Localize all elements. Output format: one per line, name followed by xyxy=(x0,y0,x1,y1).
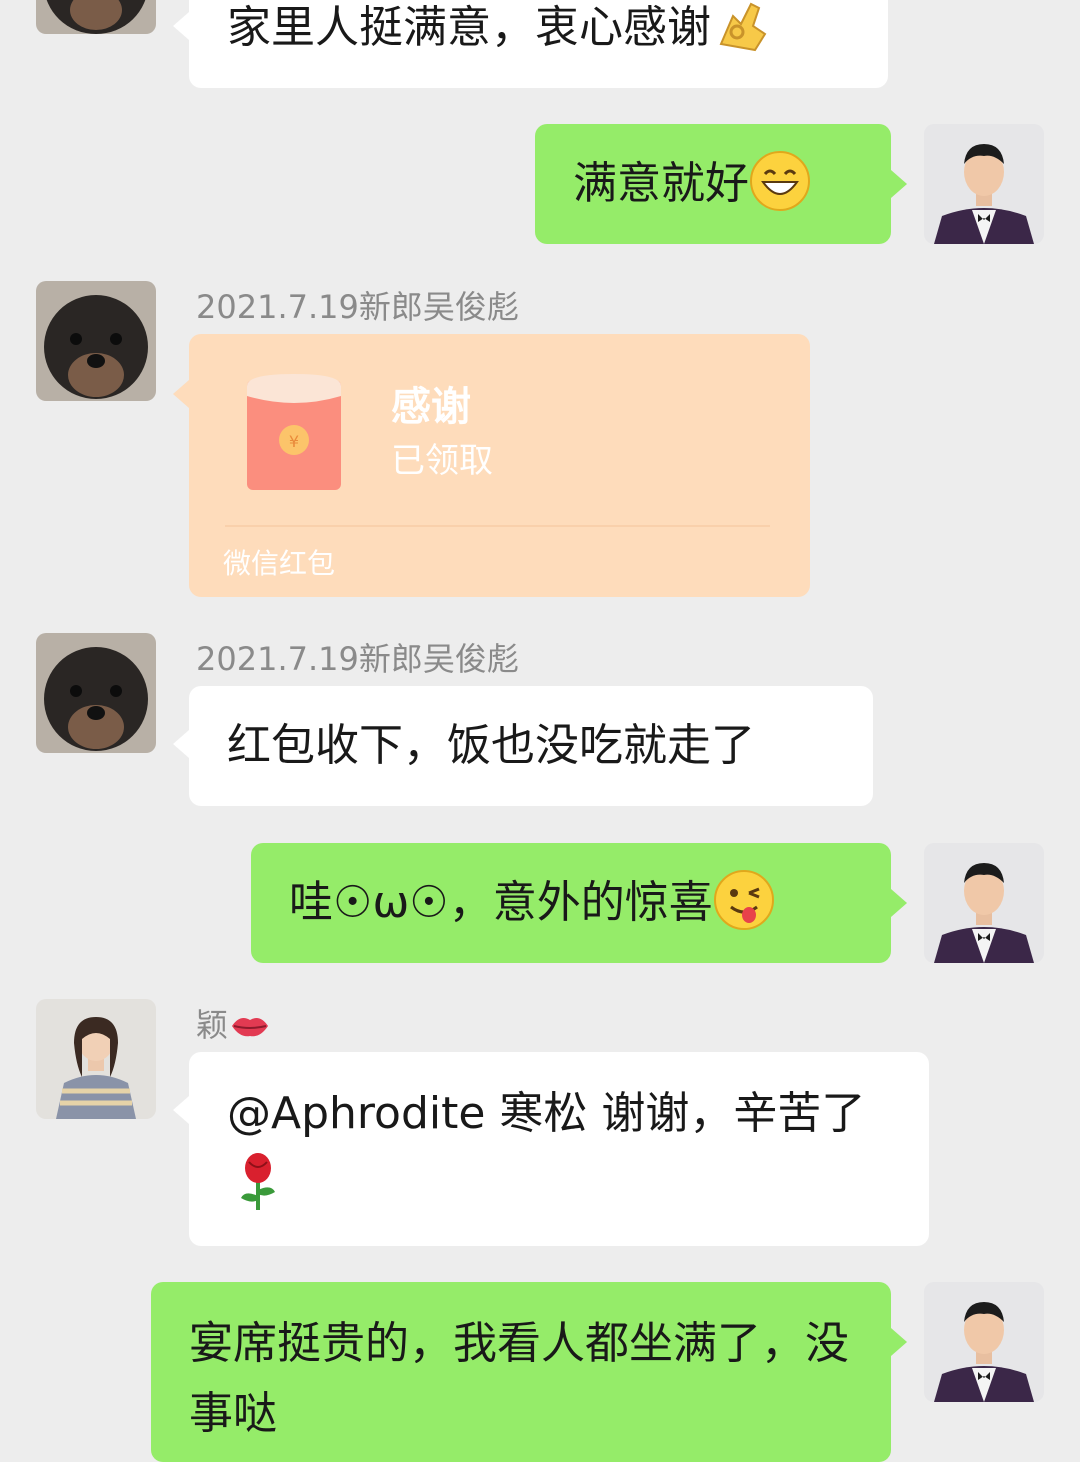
lips-emoji xyxy=(230,1009,270,1037)
red-packet-title: 感谢 xyxy=(391,384,471,430)
avatar-dog[interactable] xyxy=(36,633,156,753)
message-text: 宴席挺贵的，我看人都坐满了，没事哒 xyxy=(189,1318,849,1439)
sender-name: 2021.7.19新郎吴俊彪 xyxy=(196,288,519,326)
message-bubble[interactable]: 满意就好 xyxy=(535,124,907,244)
avatar-dog[interactable] xyxy=(36,0,156,34)
svg-text:¥: ¥ xyxy=(289,432,299,451)
message-text: 红包收下，饭也没吃就走了 xyxy=(227,720,755,771)
message-bubble[interactable]: @Aphrodite 寒松 谢谢，辛苦了 xyxy=(173,1052,929,1246)
avatar-girl[interactable] xyxy=(36,999,156,1119)
message-bubble[interactable]: 家里人挺满意，衷心感谢 xyxy=(173,0,888,88)
sender-name: 颖 xyxy=(196,1005,270,1045)
red-packet-card[interactable]: ¥ 感谢 已领取 微信红包 xyxy=(173,334,810,597)
message-text: @Aphrodite 寒松 谢谢，辛苦了 xyxy=(227,1088,865,1212)
message-bubble[interactable]: 哇☉ω☉，意外的惊喜 xyxy=(251,843,907,963)
sender-name: 2021.7.19新郎吴俊彪 xyxy=(196,640,519,678)
message-bubble[interactable]: 红包收下，饭也没吃就走了 xyxy=(173,686,873,806)
message-text: 哇☉ω☉，意外的惊喜 xyxy=(289,877,713,928)
message-text: 满意就好 xyxy=(573,158,749,209)
red-packet-divider xyxy=(225,525,770,527)
red-packet-footer: 微信红包 xyxy=(223,547,336,580)
avatar-groom[interactable] xyxy=(924,124,1044,244)
red-packet-status: 已领取 xyxy=(391,441,493,481)
message-text: 家里人挺满意，衷心感谢 xyxy=(227,2,711,53)
avatar-dog[interactable] xyxy=(36,281,156,401)
rose-emoji xyxy=(227,1150,289,1212)
message-bubble[interactable]: 宴席挺贵的，我看人都坐满了，没事哒 xyxy=(151,1282,907,1462)
avatar-groom[interactable] xyxy=(924,843,1044,963)
winking-tongue-face-emoji xyxy=(713,869,775,931)
avatar-groom[interactable] xyxy=(924,1282,1044,1402)
ok-hand-emoji xyxy=(711,0,773,56)
red-envelope-icon: ¥ xyxy=(245,370,343,492)
grinning-face-emoji xyxy=(749,150,811,212)
